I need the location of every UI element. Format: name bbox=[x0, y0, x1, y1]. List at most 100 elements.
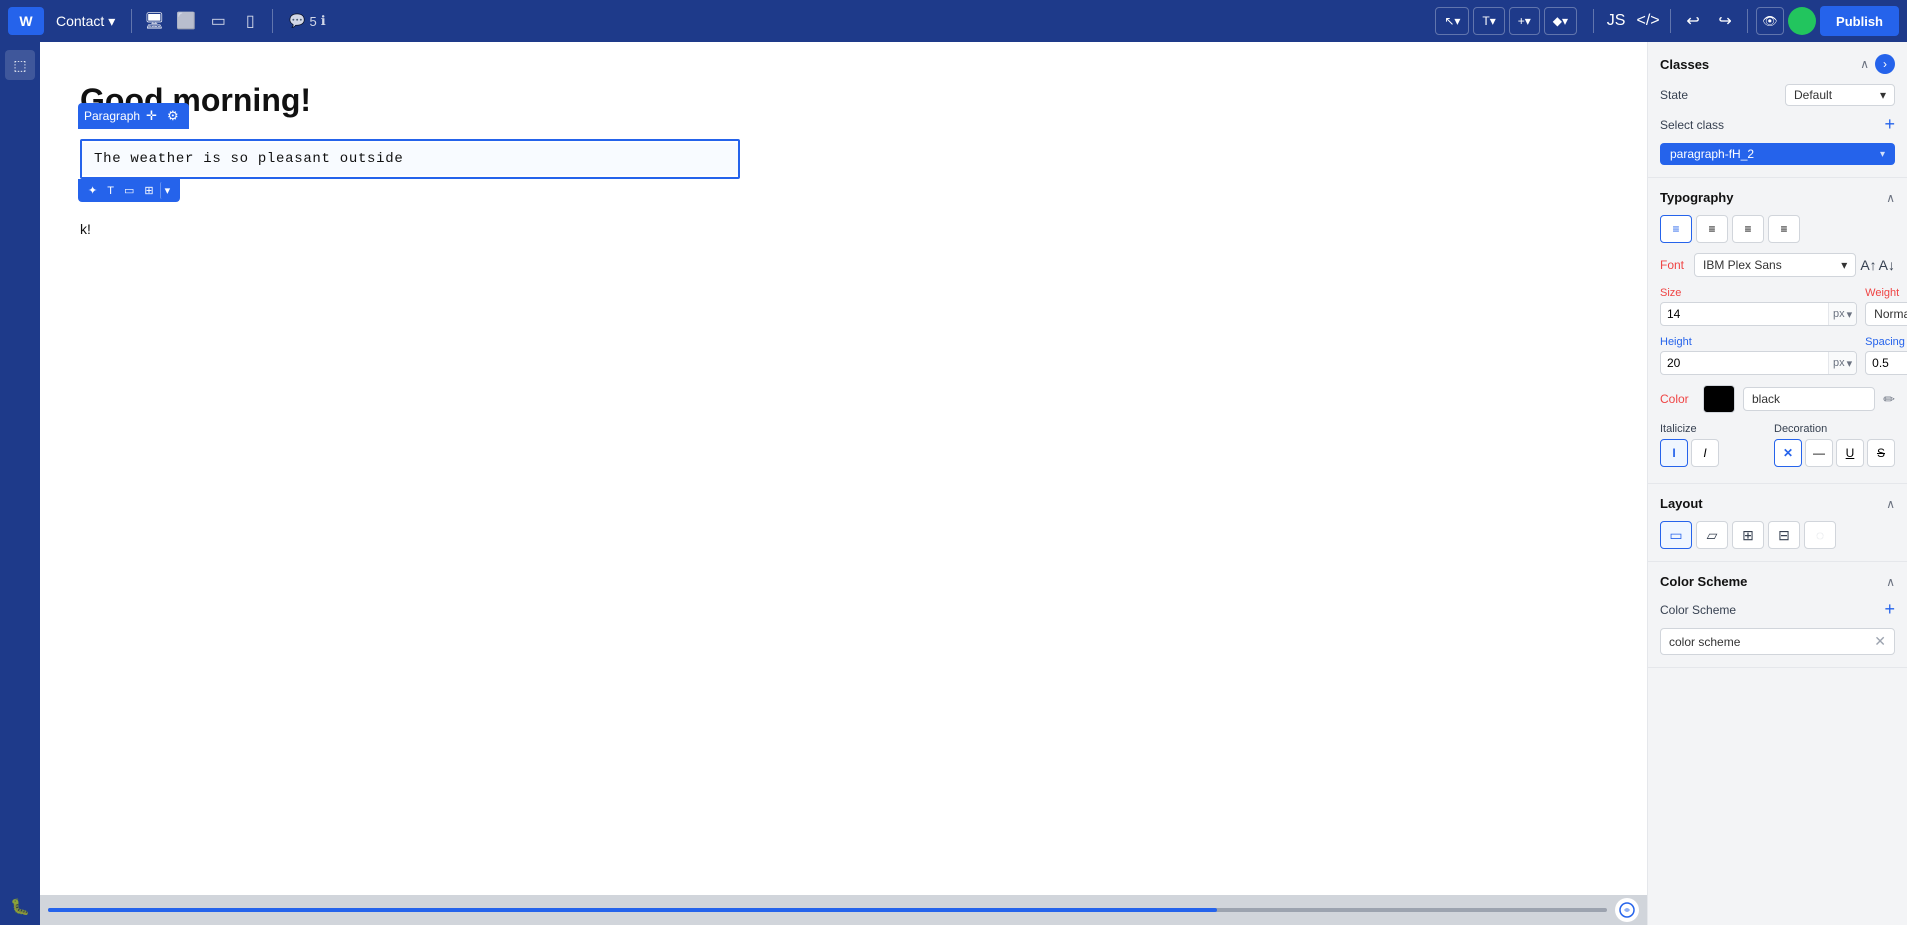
layout-grid-btn[interactable]: ⊞ bbox=[140, 182, 157, 199]
canvas-scrollbar[interactable] bbox=[40, 895, 1647, 925]
paragraph-block[interactable]: The weather is so pleasant outside bbox=[80, 139, 740, 179]
class-tag-dropdown-icon[interactable]: ▾ bbox=[1880, 149, 1885, 160]
size-unit-dropdown: ▾ bbox=[1847, 308, 1853, 321]
code-editor-btn[interactable]: </> bbox=[1634, 7, 1662, 35]
size-unit[interactable]: px ▾ bbox=[1828, 303, 1856, 325]
class-tag[interactable]: paragraph-fH_2 ▾ bbox=[1660, 143, 1895, 165]
font-decrease-btn[interactable]: A↓ bbox=[1879, 257, 1895, 273]
align-left-btn[interactable]: ≡ bbox=[1660, 215, 1692, 243]
page-name: Contact bbox=[56, 13, 104, 29]
weight-select[interactable]: Normal ▾ bbox=[1865, 302, 1907, 326]
italic-deco-row: Italicize I I Decoration ✕ — U S bbox=[1660, 423, 1895, 467]
add-tool-btn[interactable]: +▾ bbox=[1509, 7, 1540, 35]
layout-grid-btn[interactable]: ⊞ bbox=[1732, 521, 1764, 549]
color-edit-btn[interactable]: ✏ bbox=[1883, 391, 1895, 408]
issues-button[interactable]: 💬 5 ℹ bbox=[281, 9, 333, 33]
spacing-input-row: em ▾ bbox=[1865, 351, 1907, 375]
settings-paragraph-btn[interactable]: ⚙ bbox=[163, 106, 183, 126]
center-tools: ↖▾ T▾ +▾ ◆▾ bbox=[1435, 7, 1577, 35]
layout-block-btn[interactable]: ▭ bbox=[1660, 521, 1692, 549]
classes-section: Classes ∧ › State Default ▾ Select class… bbox=[1648, 42, 1907, 178]
left-sidebar: ⬚ 🐛 bbox=[0, 42, 40, 925]
classes-title: Classes bbox=[1660, 57, 1709, 72]
layout-flex-btn[interactable]: ⊟ bbox=[1768, 521, 1800, 549]
typography-collapse-icon[interactable]: ∧ bbox=[1886, 191, 1895, 205]
deco-strikethrough-btn[interactable]: S bbox=[1867, 439, 1895, 467]
layout-collapse-icon[interactable]: ∧ bbox=[1886, 497, 1895, 511]
text-type-btn[interactable]: T bbox=[103, 183, 118, 199]
layout-inline-btn[interactable]: ▱ bbox=[1696, 521, 1728, 549]
spacing-input[interactable] bbox=[1866, 352, 1907, 374]
deco-underline-btn[interactable]: U bbox=[1836, 439, 1864, 467]
preview-btn[interactable]: 👁 bbox=[1756, 7, 1784, 35]
paragraph-text[interactable]: The weather is so pleasant outside bbox=[82, 143, 738, 175]
device-desktop-btn[interactable]: 🖥 bbox=[140, 7, 168, 35]
typography-title: Typography bbox=[1660, 190, 1733, 205]
height-input[interactable] bbox=[1661, 352, 1828, 374]
align-center-btn[interactable]: ≡ bbox=[1696, 215, 1728, 243]
status-dot[interactable] bbox=[1788, 7, 1816, 35]
weight-group: Weight Normal ▾ bbox=[1865, 287, 1907, 326]
deco-line-btn[interactable]: — bbox=[1805, 439, 1833, 467]
layout-block-btn[interactable]: ▭ bbox=[120, 182, 138, 199]
brand-button[interactable]: W bbox=[8, 7, 44, 35]
classes-expand-btn[interactable]: › bbox=[1875, 54, 1895, 74]
align-justify-btn[interactable]: ≡ bbox=[1768, 215, 1800, 243]
cs-input-row[interactable]: color scheme ✕ bbox=[1660, 628, 1895, 655]
layout-hidden-btn[interactable]: ◌ bbox=[1804, 521, 1836, 549]
font-value: IBM Plex Sans bbox=[1703, 258, 1782, 272]
text-tool-btn[interactable]: T▾ bbox=[1473, 7, 1504, 35]
align-right-btn[interactable]: ≡ bbox=[1732, 215, 1764, 243]
more-options-btn[interactable]: ▾ bbox=[160, 182, 175, 199]
top-toolbar: W Contact ▾ 🖥 ⬜ ▭ ▯ 💬 5 ℹ ↖▾ T▾ +▾ ◆▾ JS… bbox=[0, 0, 1907, 42]
cs-clear-btn[interactable]: ✕ bbox=[1874, 633, 1886, 650]
publish-button[interactable]: Publish bbox=[1820, 6, 1899, 36]
redo-btn[interactable]: ↪ bbox=[1711, 7, 1739, 35]
cursor-tool-btn[interactable]: ↖▾ bbox=[1435, 7, 1469, 35]
deco-none-btn[interactable]: ✕ bbox=[1774, 439, 1802, 467]
height-unit[interactable]: px ▾ bbox=[1828, 352, 1856, 374]
divider-1 bbox=[131, 9, 132, 33]
state-value: Default bbox=[1794, 88, 1832, 102]
color-scheme-collapse-icon[interactable]: ∧ bbox=[1886, 575, 1895, 589]
device-tablet-landscape-btn[interactable]: ⬜ bbox=[172, 7, 200, 35]
color-swatch[interactable] bbox=[1703, 385, 1735, 413]
italic-btn[interactable]: I bbox=[1691, 439, 1719, 467]
magic-tool-btn[interactable]: ✦ bbox=[84, 182, 101, 199]
italicize-label: Italicize bbox=[1660, 423, 1758, 435]
state-row: State Default ▾ bbox=[1660, 84, 1895, 106]
font-increase-btn[interactable]: A↑ bbox=[1860, 257, 1876, 273]
device-mobile-btn[interactable]: ▯ bbox=[236, 7, 264, 35]
js-btn[interactable]: JS bbox=[1602, 7, 1630, 35]
class-tag-name: paragraph-fH_2 bbox=[1670, 147, 1754, 161]
color-name: black bbox=[1743, 387, 1875, 411]
add-class-btn[interactable]: + bbox=[1884, 114, 1895, 135]
spacing-group: Spacing em ▾ bbox=[1865, 336, 1907, 375]
size-input[interactable] bbox=[1661, 303, 1828, 325]
classes-collapse-icon[interactable]: ∧ bbox=[1860, 57, 1869, 71]
decoration-group: Decoration ✕ — U S bbox=[1774, 423, 1895, 467]
italic-btn-group: I I bbox=[1660, 439, 1758, 467]
device-tablet-btn[interactable]: ▭ bbox=[204, 7, 232, 35]
bug-report-btn[interactable]: 🐛 bbox=[10, 897, 30, 917]
code-tool-btn[interactable]: ◆▾ bbox=[1544, 7, 1577, 35]
right-tools: JS </> ↩ ↪ 👁 Publish bbox=[1589, 6, 1899, 36]
page-dropdown-icon: ▾ bbox=[108, 13, 115, 30]
italic-active-btn[interactable]: I bbox=[1660, 439, 1688, 467]
add-color-scheme-btn[interactable]: + bbox=[1884, 599, 1895, 620]
sidebar-layers-btn[interactable]: ⬚ bbox=[5, 50, 35, 80]
move-paragraph-btn[interactable]: ✛ bbox=[142, 106, 161, 126]
paragraph-top-toolbar: Paragraph ✛ ⚙ bbox=[78, 103, 189, 129]
canvas-heading: Good morning! bbox=[80, 82, 1627, 119]
page-selector[interactable]: Contact ▾ bbox=[48, 9, 123, 34]
undo-btn[interactable]: ↩ bbox=[1679, 7, 1707, 35]
font-select[interactable]: IBM Plex Sans ▾ bbox=[1694, 253, 1856, 277]
color-row: Color black ✏ bbox=[1660, 385, 1895, 413]
height-spacing-row: Height px ▾ Spacing em bbox=[1660, 336, 1895, 375]
weight-value: Normal bbox=[1874, 307, 1907, 321]
italic-group: Italicize I I bbox=[1660, 423, 1758, 467]
canvas-text-after: k! bbox=[80, 219, 1627, 239]
layout-btns: ▭ ▱ ⊞ ⊟ ◌ bbox=[1660, 521, 1895, 549]
canvas-area: Good morning! Paragraph ✛ ⚙ The weather … bbox=[40, 42, 1647, 925]
state-select[interactable]: Default ▾ bbox=[1785, 84, 1895, 106]
